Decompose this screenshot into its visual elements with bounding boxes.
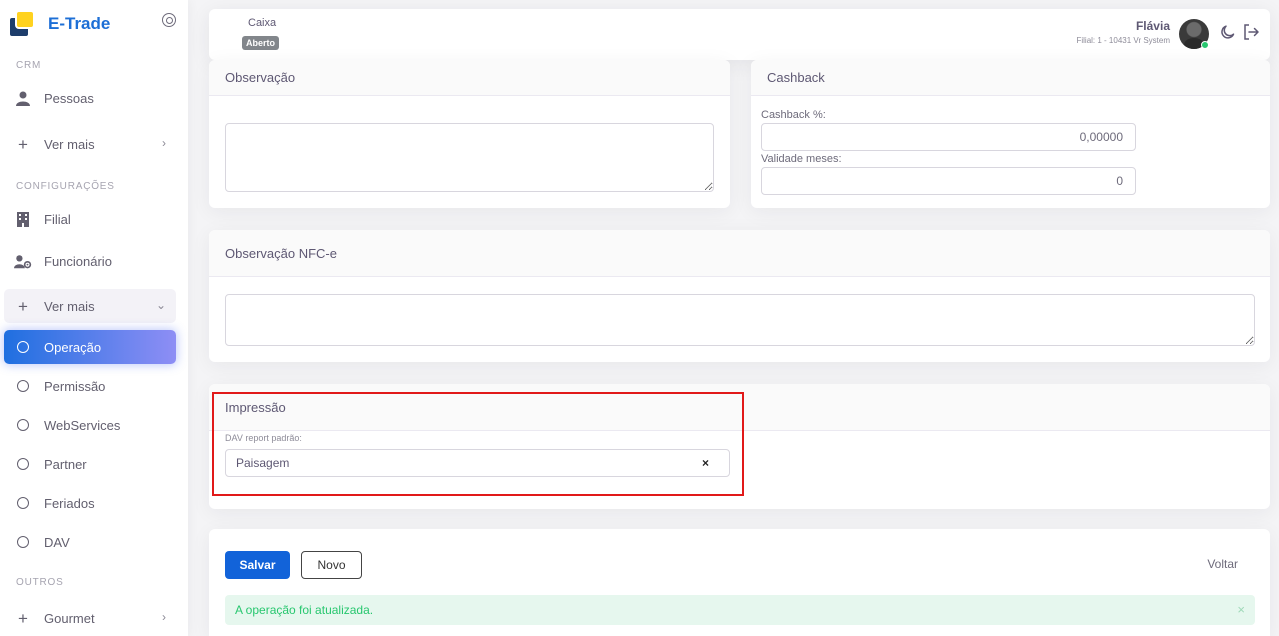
- user-name[interactable]: Flávia: [1136, 19, 1170, 33]
- circle-icon: [14, 455, 32, 473]
- plus-icon: +: [18, 296, 28, 316]
- sidebar-item-label: Operação: [44, 339, 102, 355]
- plus-icon: +: [18, 608, 28, 628]
- sidebar-item-filial[interactable]: Filial: [4, 202, 176, 236]
- alert-message: A operação foi atualizada.: [235, 603, 374, 617]
- impressao-card: Impressão DAV report padrão: Paisagem ×: [209, 384, 1270, 509]
- sidebar-item-label: Partner: [44, 456, 87, 472]
- brand-logo: [10, 12, 36, 36]
- section-outros: OUTROS: [16, 577, 64, 588]
- dav-report-value: Paisagem: [236, 456, 290, 470]
- sidebar-item-label: Gourmet: [44, 610, 95, 626]
- sidebar-item-label: Filial: [44, 211, 71, 227]
- circle-icon: [14, 377, 32, 395]
- close-icon[interactable]: ×: [1237, 602, 1245, 617]
- circle-icon: [14, 416, 32, 434]
- sidebar: E-Trade CRM Pessoas + Ver mais › CONFIGU…: [0, 0, 188, 636]
- observacao-card: Observação: [209, 60, 730, 208]
- cashback-percent-label: Cashback %:: [761, 109, 826, 121]
- sidebar-item-gourmet[interactable]: + Gourmet ›: [4, 601, 176, 635]
- building-icon: [14, 210, 32, 228]
- sidebar-item-ver-mais-crm[interactable]: + Ver mais ›: [4, 127, 176, 161]
- card-title: Observação NFC-e: [209, 230, 1270, 277]
- sidebar-item-partner[interactable]: Partner: [4, 447, 176, 481]
- sidebar-item-dav[interactable]: DAV: [4, 525, 176, 559]
- sidebar-item-label: Funcionário: [44, 253, 112, 269]
- sidebar-item-webservices[interactable]: WebServices: [4, 408, 176, 442]
- cashback-card: Cashback Cashback %: Validade meses:: [751, 60, 1270, 208]
- user-branch: Filial: 1 - 10431 Vr System: [1076, 36, 1170, 45]
- sidebar-item-label: Ver mais: [44, 298, 95, 314]
- sidebar-item-permissao[interactable]: Permissão: [4, 369, 176, 403]
- card-title: Cashback: [751, 60, 1270, 96]
- sidebar-item-ver-mais-config[interactable]: + Ver mais ⌄: [4, 289, 176, 323]
- new-button[interactable]: Novo: [301, 551, 362, 579]
- dav-report-label: DAV report padrão:: [225, 433, 302, 443]
- dav-report-select[interactable]: Paisagem ×: [225, 449, 730, 477]
- observacao-nfce-card: Observação NFC-e: [209, 230, 1270, 362]
- clear-icon[interactable]: ×: [702, 456, 709, 470]
- observacao-nfce-textarea[interactable]: [225, 294, 1255, 346]
- chevron-right-icon: ›: [162, 610, 166, 624]
- back-button[interactable]: Voltar: [1207, 557, 1238, 571]
- moon-icon[interactable]: [1220, 24, 1236, 40]
- user-gear-icon: [14, 252, 32, 270]
- chevron-down-icon: ⌄: [155, 298, 166, 312]
- plus-icon: +: [18, 134, 28, 154]
- sidebar-item-label: WebServices: [44, 417, 121, 433]
- sidebar-item-label: Ver mais: [44, 136, 95, 152]
- cashback-percent-input[interactable]: [761, 123, 1136, 151]
- circle-icon: [14, 338, 32, 356]
- sidebar-item-feriados[interactable]: Feriados: [4, 486, 176, 520]
- sidebar-item-pessoas[interactable]: Pessoas: [4, 81, 176, 115]
- circle-icon: [14, 533, 32, 551]
- sidebar-pin-icon[interactable]: [162, 13, 176, 27]
- online-status-dot: [1201, 41, 1209, 49]
- observacao-textarea[interactable]: [225, 123, 714, 192]
- sidebar-item-label: Permissão: [44, 378, 106, 394]
- card-title: Observação: [209, 60, 730, 96]
- logout-icon[interactable]: [1242, 23, 1260, 41]
- section-configuracoes: CONFIGURAÇÕES: [16, 181, 115, 192]
- chevron-right-icon: ›: [162, 136, 166, 150]
- success-alert: A operação foi atualizada. ×: [225, 595, 1255, 625]
- brand[interactable]: E-Trade: [10, 11, 180, 37]
- circle-icon: [14, 494, 32, 512]
- user-icon: [14, 89, 32, 107]
- caixa-status-badge: Aberto: [242, 36, 279, 50]
- caixa-label: Caixa: [248, 17, 277, 29]
- save-button[interactable]: Salvar: [225, 551, 290, 579]
- sidebar-item-label: Pessoas: [44, 90, 94, 106]
- sidebar-item-funcionario[interactable]: Funcionário: [4, 244, 176, 278]
- section-crm: CRM: [16, 60, 42, 71]
- sidebar-item-label: DAV: [44, 534, 70, 550]
- top-navbar: Caixa Aberto Flávia Filial: 1 - 10431 Vr…: [209, 9, 1270, 60]
- card-title: Impressão: [209, 384, 1270, 431]
- actions-card: Salvar Novo Voltar A operação foi atuali…: [209, 529, 1270, 636]
- brand-name: E-Trade: [48, 14, 111, 33]
- validade-input[interactable]: [761, 167, 1136, 195]
- sidebar-item-operacao[interactable]: Operação: [4, 330, 176, 364]
- sidebar-item-label: Feriados: [44, 495, 95, 511]
- validade-label: Validade meses:: [761, 153, 842, 165]
